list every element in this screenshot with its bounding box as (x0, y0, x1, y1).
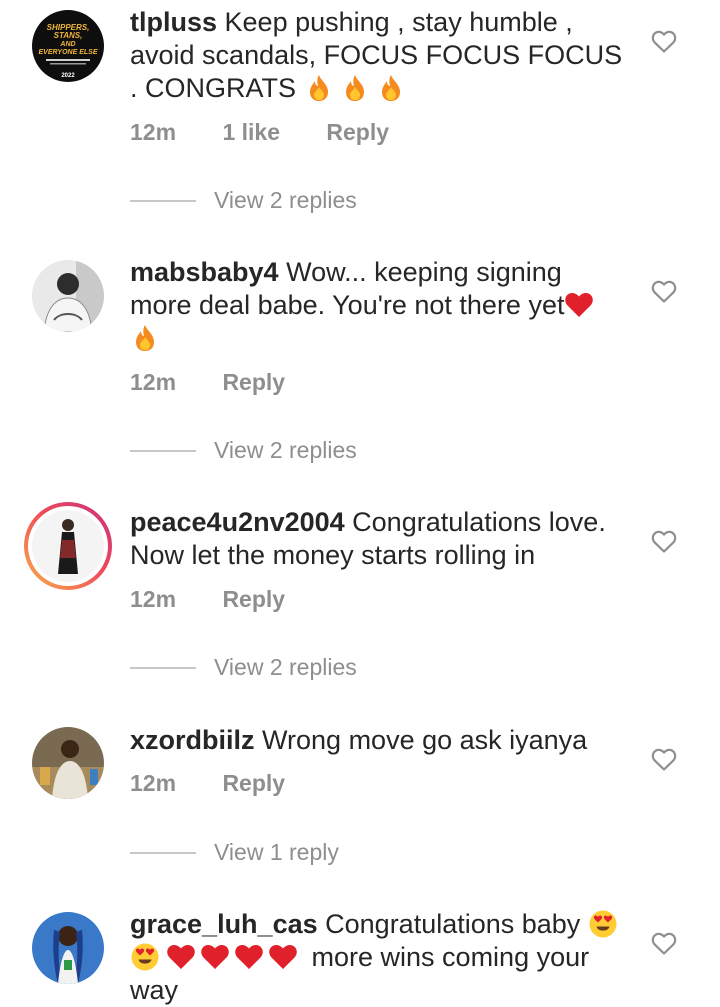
red-heart-emoji (201, 944, 229, 969)
divider-line (130, 851, 196, 854)
comment-body: Congratulations baby (325, 909, 581, 939)
comment-username[interactable]: mabsbaby4 (130, 257, 279, 287)
avatar[interactable] (32, 727, 104, 799)
fire-emoji (136, 325, 154, 351)
heart-outline-icon[interactable] (651, 30, 677, 54)
comment-time: 12m (130, 586, 177, 612)
avatar[interactable] (32, 260, 104, 332)
view-replies-button[interactable]: View 1 reply (130, 839, 339, 866)
fire-emoji (309, 75, 328, 101)
heart-outline-icon[interactable] (651, 530, 677, 554)
comment-username[interactable]: peace4u2nv2004 (130, 507, 345, 537)
avatar[interactable]: SHIPPERS, STANS, AND EVERYONE ELSE 2022 (32, 10, 104, 82)
avatar (28, 506, 108, 586)
red-heart-emoji (269, 944, 297, 969)
comment-username[interactable]: tlpluss (130, 7, 217, 37)
comment-text: peace4u2nv2004 Congratulations love. Now… (130, 506, 630, 572)
red-heart-emoji (167, 944, 195, 969)
red-heart-emoji (235, 944, 263, 969)
comment-username[interactable]: xzordbiilz (130, 725, 255, 755)
view-replies-label: View 2 replies (214, 654, 357, 680)
view-replies-label: View 1 reply (214, 839, 339, 865)
view-replies-button[interactable]: View 2 replies (130, 654, 357, 681)
avatar-story-ring[interactable] (24, 502, 112, 590)
like-count[interactable]: 1 like (222, 119, 280, 145)
fire-emoji (345, 75, 364, 101)
fire-emoji (381, 75, 400, 101)
comment-text: grace_luh_cas Congratulations baby more … (130, 908, 630, 1007)
comment-meta: 12m Reply (130, 586, 325, 613)
heart-outline-icon[interactable] (651, 932, 677, 956)
heart-eyes-emoji (589, 910, 617, 938)
comment-body-tail: more wins coming your way (130, 942, 590, 1005)
comment-text: mabsbaby4 Wow... keeping signing more de… (130, 256, 630, 355)
reply-button[interactable]: Reply (222, 770, 285, 796)
divider-line (130, 666, 196, 669)
comment-time: 12m (130, 119, 177, 145)
comment-meta: 12m Reply (130, 369, 325, 396)
heart-eyes-emoji (131, 943, 159, 971)
comments-feed: SHIPPERS, STANS, AND EVERYONE ELSE 2022 … (0, 0, 720, 1005)
comment-meta: 12m 1 like Reply (130, 119, 429, 146)
reply-button[interactable]: Reply (326, 119, 389, 145)
comment-body: Wrong move go ask iyanya (262, 725, 588, 755)
svg-text:EVERYONE ELSE: EVERYONE ELSE (38, 49, 97, 56)
view-replies-label: View 2 replies (214, 187, 357, 213)
view-replies-button[interactable]: View 2 replies (130, 437, 357, 464)
comment-text: tlpluss Keep pushing , stay humble , avo… (130, 6, 630, 105)
reply-button[interactable]: Reply (222, 369, 285, 395)
comment-meta: 12m Reply (130, 770, 325, 797)
svg-text:STANS,: STANS, (54, 31, 83, 40)
divider-line (130, 449, 196, 452)
divider-line (130, 199, 196, 202)
red-heart-emoji (565, 292, 594, 317)
avatar[interactable] (32, 912, 104, 984)
heart-outline-icon[interactable] (651, 748, 677, 772)
svg-text:2022: 2022 (61, 73, 75, 79)
svg-text:AND: AND (59, 41, 75, 48)
heart-outline-icon[interactable] (651, 280, 677, 304)
reply-button[interactable]: Reply (222, 586, 285, 612)
comment-time: 12m (130, 770, 177, 796)
comment-text: xzordbiilz Wrong move go ask iyanya (130, 724, 630, 757)
view-replies-button[interactable]: View 2 replies (130, 187, 357, 214)
comment-username[interactable]: grace_luh_cas (130, 909, 318, 939)
comment-time: 12m (130, 369, 177, 395)
view-replies-label: View 2 replies (214, 437, 357, 463)
